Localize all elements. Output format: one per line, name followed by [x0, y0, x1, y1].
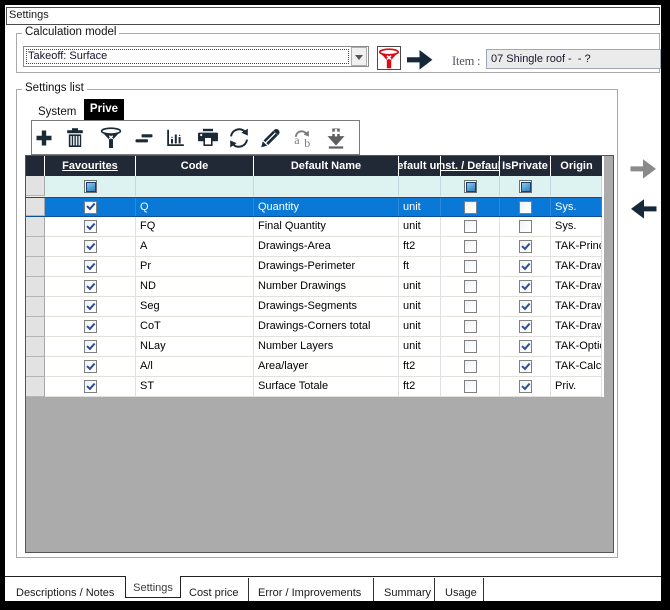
svg-text:a: a [294, 133, 300, 147]
svg-text:b: b [304, 136, 310, 150]
